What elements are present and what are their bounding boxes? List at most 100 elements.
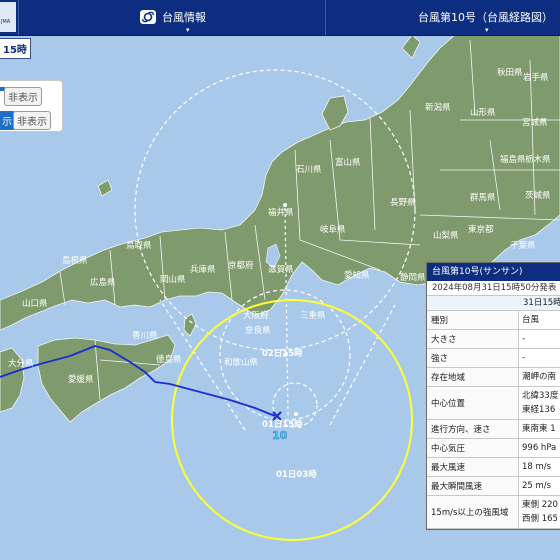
info-row-key: 中心位置 [427,387,519,419]
prefecture-label: 三重県 [300,310,326,321]
layer-toggle-panel: 非表示 示 非表示 [0,80,63,132]
prefecture-label: 新潟県 [425,102,451,113]
prefecture-label: 東京都 [468,224,494,235]
prefecture-label: 兵庫県 [190,264,216,275]
info-row-value-line: 25 m/s [522,481,552,491]
info-panel-issued: 2024年08月31日15時50分発表 [427,281,560,296]
info-row-value: 25 m/s [519,477,560,495]
info-row-value: 996 hPa [519,439,560,457]
prefecture-label: 静岡県 [400,272,426,283]
info-row: 大きさ - [427,330,560,349]
info-row-value-line: 潮岬の南 [522,372,557,382]
info-table: 種別 台風 大きさ - 強さ - 存在地域 潮岬の南 中心位置 北緯33度 東経136 進行方向、速さ… [427,311,560,529]
nav-typhoon-track[interactable]: 台風第10号（台風経路図） [418,9,553,25]
info-row-value-line: - [522,353,526,363]
info-panel-observed[interactable]: 31日15時の実 [427,296,560,311]
prefecture-label: 愛知県 [344,270,370,281]
prefecture-label: 秋田県 [497,67,523,78]
info-row: 15m/s以上の強風域 東側 220 西側 165 [427,496,560,529]
info-row-key: 強さ [427,349,519,367]
prefecture-label: 山梨県 [433,230,459,241]
prefecture-label: 香川県 [132,330,158,341]
info-row-value-line: 台風 [522,315,540,325]
prefecture-label: 徳島県 [156,354,182,365]
info-row: 最大瞬間風速 25 m/s [427,477,560,496]
info-row-key: 15m/s以上の強風域 [427,496,519,528]
typhoon-info-panel: 台風第10号(サンサン) 2024年08月31日15時50分発表 31日15時の… [426,262,560,530]
info-row-value: 東側 220 西側 165 [519,496,560,528]
forecast-label-02-15: 02日15時 [262,348,303,359]
prefecture-label: 京都府 [228,260,254,271]
info-row-value: - [519,330,560,348]
prefecture-label: 石川県 [296,165,322,175]
info-row-value-line: 東南東 1 [522,424,556,434]
prefecture-label: 広島県 [90,277,116,288]
info-row-value: - [519,349,560,367]
prefecture-label: 大阪府 [243,310,269,321]
prefecture-label: 岡山県 [160,274,186,285]
jma-logo[interactable]: JMA [0,2,16,32]
time-selector[interactable]: 15時 [0,38,31,59]
nav-typhoon-info-caret[interactable]: ▾ [186,26,190,34]
nav-typhoon-info[interactable]: 台風情報 [162,9,206,25]
prefecture-label: 長野県 [390,198,416,208]
prefecture-label: 栃木県 [525,154,551,165]
prefecture-label: 福井県 [268,207,294,218]
info-row: 種別 台風 [427,311,560,330]
info-row-key: 最大瞬間風速 [427,477,519,495]
info-row-value-line: 996 hPa [522,443,557,453]
prefecture-label: 宮城県 [522,117,548,128]
info-row: 中心気圧 996 hPa [427,439,560,458]
storm-number-label: 10 [272,429,288,442]
prefecture-label: 福島県 [500,154,526,165]
header-divider [18,0,19,35]
info-row-key: 大きさ [427,330,519,348]
prefecture-label: 愛媛県 [68,374,94,385]
info-row-value-line: 18 m/s [522,462,552,472]
prefecture-label: 奈良県 [245,325,271,336]
info-row-key: 存在地域 [427,368,519,386]
prefecture-label: 山形県 [470,107,496,118]
info-row: 中心位置 北緯33度東経136 [427,387,560,420]
info-panel-title: 台風第10号(サンサン) [427,263,560,281]
header-divider [325,0,326,35]
info-row-key: 種別 [427,311,519,329]
prefecture-label: 岐阜県 [320,224,346,235]
prefecture-label: 島根県 [62,255,88,266]
forecast-label-01-03: 01日03時 [276,469,317,480]
info-row-value-line: 北緯33度 [522,391,559,401]
info-row-key: 進行方向、速さ [427,420,519,438]
prefecture-label: 滋賀県 [268,264,294,275]
nav-typhoon-track-caret[interactable]: ▾ [485,26,489,34]
header-bar: JMA 台風情報 ▾ 台風第10号（台風経路図） ▾ [0,0,560,36]
prefecture-label: 千葉県 [510,240,536,251]
prefecture-label: 山口県 [22,298,48,309]
prefecture-label: 大分県 [8,358,34,369]
forecast-label-01-15: 01日15時 [262,419,303,430]
logo-text: JMA [1,19,11,25]
prefecture-label: 岩手県 [523,72,549,83]
typhoon-icon [140,10,156,24]
info-row-key: 中心気圧 [427,439,519,457]
info-row-value: 東南東 1 [519,420,560,438]
prefecture-label: 群馬県 [470,192,496,203]
info-row-value-line: 東経136 [522,405,556,415]
info-row-value-line: - [522,334,526,344]
info-row: 最大風速 18 m/s [427,458,560,477]
info-row: 強さ - [427,349,560,368]
info-row-value-line: 東側 220 [522,500,558,510]
info-row: 進行方向、速さ 東南東 1 [427,420,560,439]
info-row-value: 北緯33度東経136 [519,387,560,419]
info-row-value: 台風 [519,311,560,329]
layer-toggle-hide-2[interactable]: 非表示 [13,111,51,130]
info-row-key: 最大風速 [427,458,519,476]
prefecture-label: 和歌山県 [224,357,259,368]
info-row-value: 潮岬の南 [519,368,560,386]
prefecture-label: 鳥取県 [126,240,152,251]
prefecture-label: 茨城県 [525,190,551,201]
layer-toggle-hide-1[interactable]: 非表示 [4,87,42,106]
prefecture-label: 富山県 [335,157,361,168]
info-row: 存在地域 潮岬の南 [427,368,560,387]
info-row-value-line: 西側 165 [522,514,558,524]
info-row-value: 18 m/s [519,458,560,476]
